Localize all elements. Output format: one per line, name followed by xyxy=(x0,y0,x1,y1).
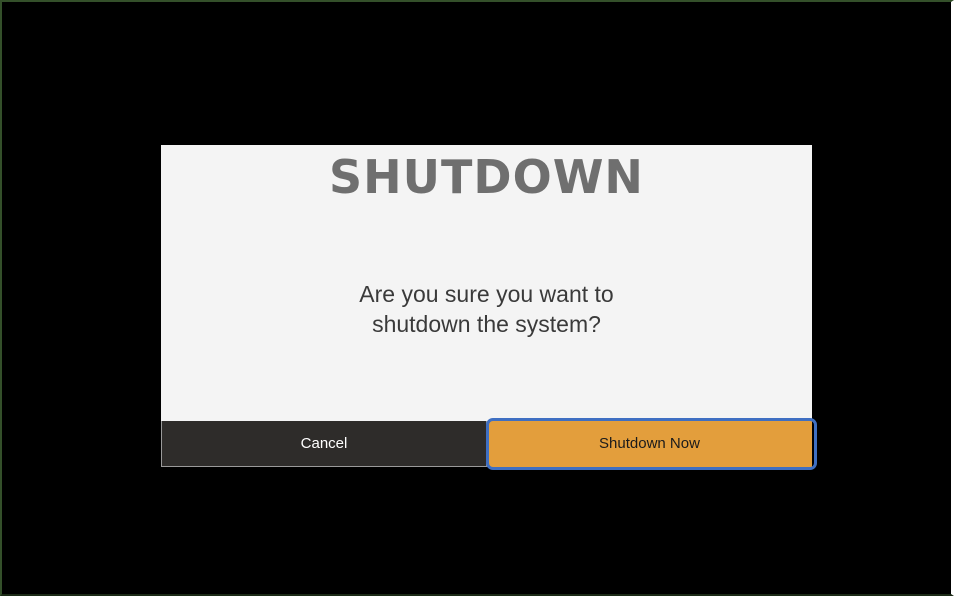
dialog-message-line-2: shutdown the system? xyxy=(372,311,601,337)
shutdown-dialog: SHUTDOWN Are you sure you want to shutdo… xyxy=(161,145,812,467)
screen-backdrop: SHUTDOWN Are you sure you want to shutdo… xyxy=(0,0,954,596)
dialog-button-row: Cancel Shutdown Now xyxy=(161,421,812,467)
dialog-title: SHUTDOWN xyxy=(329,150,644,204)
dialog-message-line-1: Are you sure you want to xyxy=(359,281,614,307)
dialog-message: Are you sure you want to shutdown the sy… xyxy=(161,279,812,339)
cancel-button[interactable]: Cancel xyxy=(161,421,487,467)
shutdown-now-button[interactable]: Shutdown Now xyxy=(487,421,812,467)
